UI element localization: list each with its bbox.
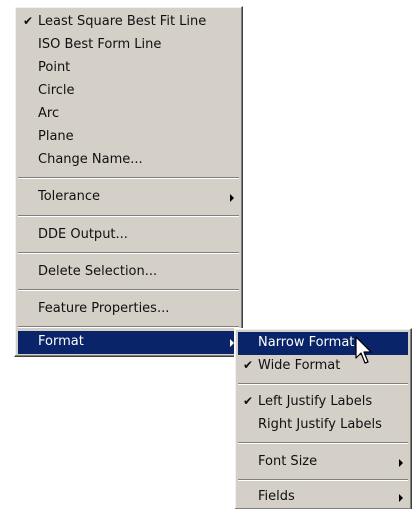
menu-item-circle[interactable]: Circle: [18, 80, 239, 103]
menu-item-label: Point: [38, 60, 71, 75]
menu-item-label: Fields: [258, 489, 295, 504]
submenu-arrow-icon: [230, 194, 234, 202]
check-icon: ✔: [23, 14, 34, 28]
menu-item-label: Left Justify Labels: [258, 394, 373, 409]
menu-separator: [18, 215, 239, 217]
menu-item-label: Change Name...: [38, 152, 143, 167]
menu-item-plane[interactable]: Plane: [18, 126, 239, 149]
menu-separator: [238, 442, 408, 444]
menu-item-label: Format: [38, 334, 84, 349]
menu-separator: [238, 383, 408, 385]
menu-separator: [18, 326, 239, 328]
menu-item-label: Plane: [38, 129, 74, 144]
menu-separator: [238, 479, 408, 481]
menu-item-arc[interactable]: Arc: [18, 103, 239, 126]
menu-item-dde-output[interactable]: DDE Output...: [18, 224, 239, 247]
menu-item-iso-best-form-line[interactable]: ISO Best Form Line: [18, 34, 239, 57]
menu-item-label: Arc: [38, 106, 60, 121]
menu-item-left-justify-labels[interactable]: ✔ Left Justify Labels: [238, 391, 408, 414]
submenu-arrow-icon: [399, 494, 403, 502]
menu-item-label: Font Size: [258, 454, 318, 469]
submenu-arrow-icon: [399, 459, 403, 467]
menu-item-label: Narrow Format: [258, 335, 355, 350]
check-icon: ✔: [243, 394, 254, 408]
menu-item-label: Tolerance: [38, 189, 100, 204]
menu-item-tolerance[interactable]: Tolerance: [18, 186, 239, 209]
menu-item-right-justify-labels[interactable]: Right Justify Labels: [238, 414, 408, 437]
menu-item-delete-selection[interactable]: Delete Selection...: [18, 261, 239, 284]
menu-item-feature-properties[interactable]: Feature Properties...: [18, 298, 239, 321]
menu-item-point[interactable]: Point: [18, 57, 239, 80]
menu-separator: [18, 177, 239, 179]
menu-item-label: DDE Output...: [38, 227, 128, 242]
mouse-cursor-icon: [355, 336, 372, 364]
menu-item-label: Feature Properties...: [38, 301, 170, 316]
menu-item-label: Right Justify Labels: [258, 417, 382, 432]
menu-item-label: Circle: [38, 83, 75, 98]
menu-item-label: Least Square Best Fit Line: [38, 14, 207, 29]
menu-item-label: Wide Format: [258, 358, 341, 373]
menu-item-least-square-best-fit-line[interactable]: ✔ Least Square Best Fit Line: [18, 11, 239, 34]
menu-separator: [18, 252, 239, 254]
menu-item-narrow-format[interactable]: Narrow Format: [238, 332, 408, 355]
menu-item-change-name[interactable]: Change Name...: [18, 149, 239, 172]
menu-item-wide-format[interactable]: ✔ Wide Format: [238, 355, 408, 378]
menu-separator: [18, 289, 239, 291]
context-menu: ✔ Least Square Best Fit Line ISO Best Fo…: [14, 6, 243, 357]
format-submenu: Narrow Format ✔ Wide Format ✔ Left Justi…: [234, 328, 412, 509]
menu-item-font-size[interactable]: Font Size: [238, 451, 408, 474]
menu-item-label: ISO Best Form Line: [38, 37, 162, 52]
menu-item-label: Delete Selection...: [38, 264, 158, 279]
check-icon: ✔: [243, 358, 254, 372]
menu-item-format[interactable]: Format: [18, 331, 239, 354]
menu-item-fields[interactable]: Fields: [238, 486, 408, 509]
